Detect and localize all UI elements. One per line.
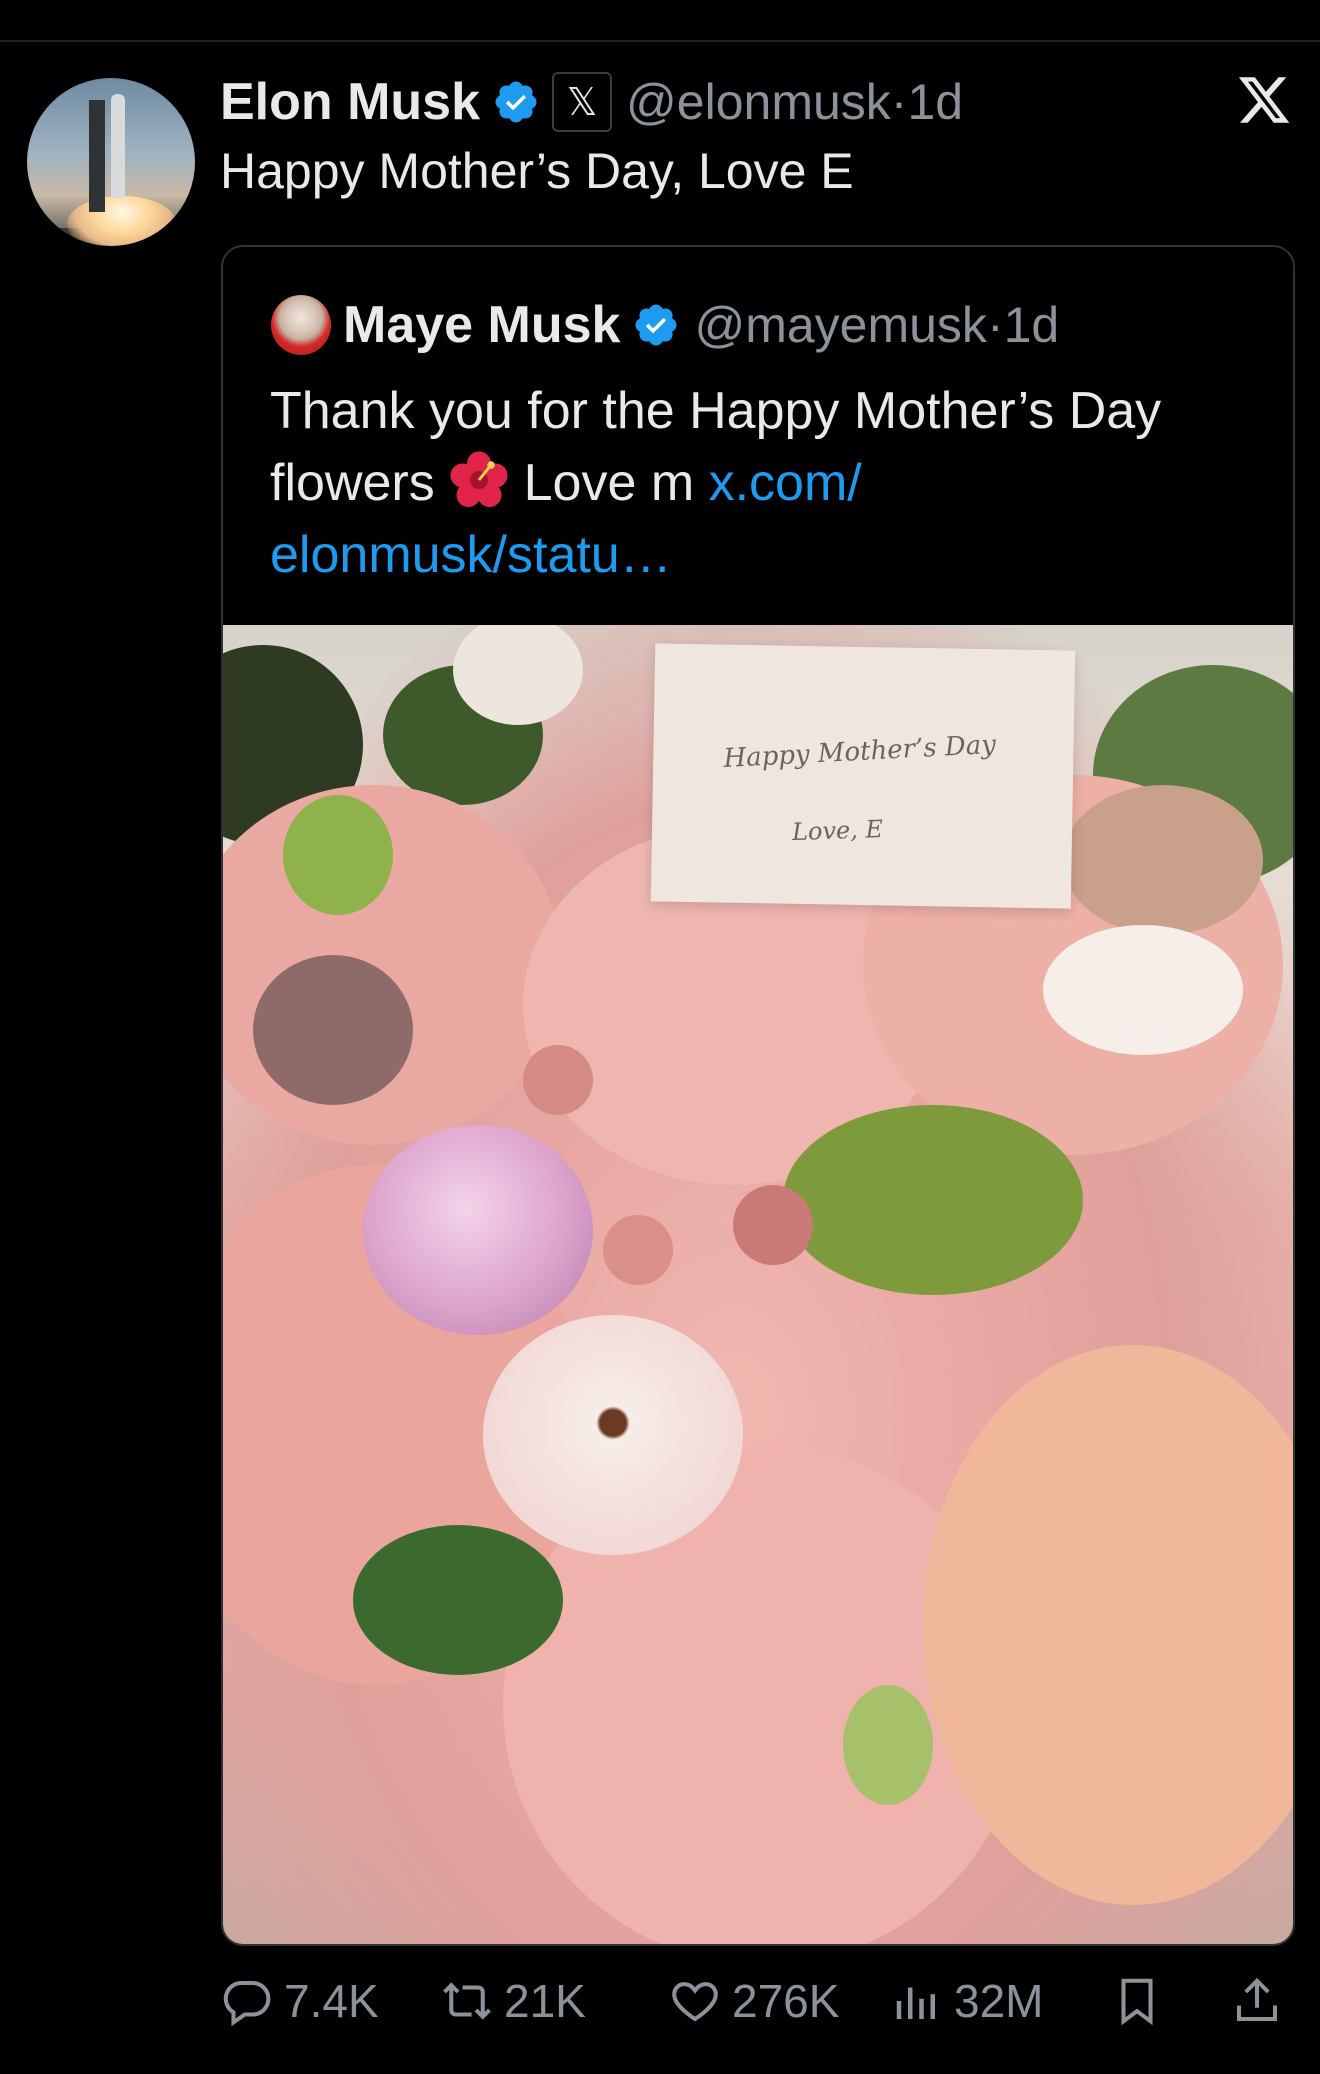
quoted-avatar[interactable]	[271, 295, 331, 355]
like-button[interactable]: 276K	[668, 1966, 839, 2036]
tweet-header: Elon Musk 𝕏 @elonmusk·1d	[220, 64, 963, 140]
quoted-tweet[interactable]: Maye Musk @mayemusk·1d Thank you for the…	[221, 245, 1295, 1946]
top-divider	[0, 40, 1320, 42]
quoted-text: Thank you for the Happy Mother’s Day flo…	[270, 382, 1162, 584]
quoted-author-name[interactable]: Maye Musk	[343, 295, 620, 355]
views-count: 32M	[954, 1975, 1044, 2027]
flowers-photo[interactable]: Happy Mother’s Day Love, E	[223, 625, 1293, 1944]
views-button[interactable]: 32M	[890, 1966, 1043, 2036]
quoted-time: 1d	[1003, 297, 1060, 353]
like-count: 276K	[732, 1975, 840, 2027]
quoted-header: Maye Musk @mayemusk·1d	[343, 287, 1059, 363]
author-handle[interactable]: @elonmusk·1d	[626, 73, 963, 131]
x-affiliate-icon: 𝕏	[552, 72, 613, 132]
bookmark-button[interactable]	[1110, 1966, 1174, 2036]
verified-badge-icon	[495, 81, 537, 123]
tweet-time: 1d	[907, 74, 964, 130]
bookmark-icon	[1121, 1978, 1153, 2026]
views-icon	[896, 1987, 935, 2019]
hibiscus-icon	[450, 451, 508, 507]
avatar[interactable]	[27, 78, 195, 246]
repost-button[interactable]: 21K	[440, 1966, 586, 2036]
reply-count: 7.4K	[284, 1975, 379, 2027]
verified-badge-icon	[635, 304, 677, 346]
repost-icon	[443, 1982, 491, 2020]
author-name[interactable]: Elon Musk	[220, 72, 480, 132]
repost-count: 21K	[504, 1975, 586, 2027]
reply-icon	[223, 1980, 271, 2027]
tweet-text: Happy Mother’s Day, Love E	[220, 143, 854, 199]
reply-button[interactable]: 7.4K	[220, 1966, 379, 2036]
quoted-handle[interactable]: @mayemusk·1d	[694, 296, 1059, 354]
x-logo-icon[interactable]	[1236, 72, 1292, 128]
like-icon	[672, 1982, 718, 2022]
action-bar: 7.4K 21K 276K 32M	[220, 1966, 1300, 2036]
tweet-screen: Elon Musk 𝕏 @elonmusk·1d Happy Mother’s …	[0, 0, 1320, 2074]
share-button[interactable]	[1230, 1966, 1294, 2036]
gift-card: Happy Mother’s Day Love, E	[650, 643, 1076, 909]
share-icon	[1236, 1977, 1278, 2022]
